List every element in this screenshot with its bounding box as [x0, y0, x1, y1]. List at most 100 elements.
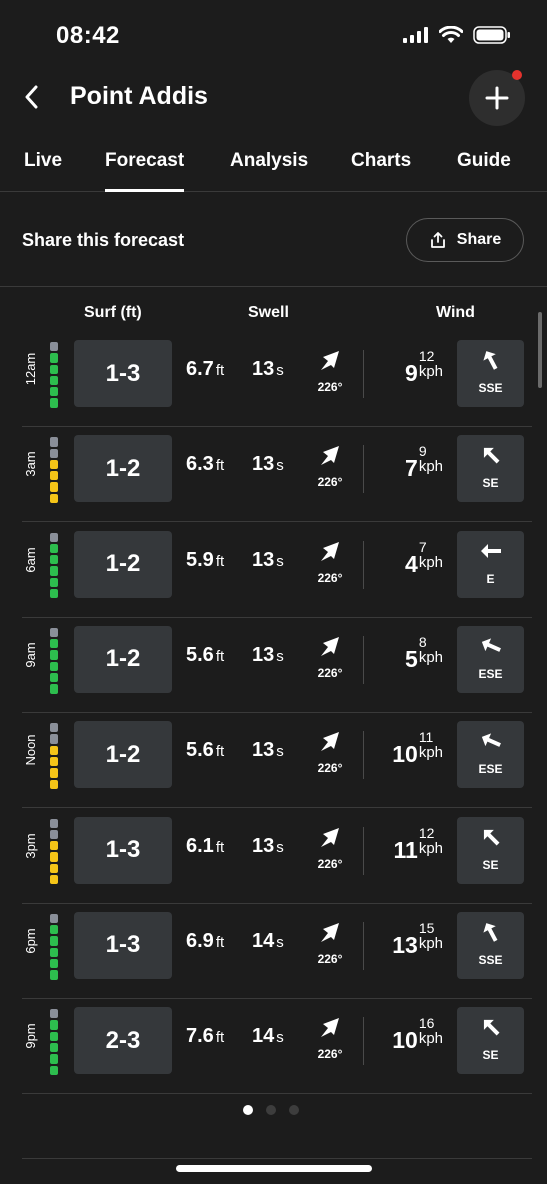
wind-direction-box: SSE	[457, 911, 524, 979]
time-label: 6pm	[23, 928, 38, 954]
column-header-surf: Surf (ft)	[84, 304, 142, 321]
swell-period-unit: s	[276, 647, 284, 665]
swell-height-value: 5.9	[186, 548, 214, 571]
swell-height: 5.6 ft	[186, 739, 224, 762]
rating-segment	[50, 970, 58, 980]
wind-direction-arrow-icon	[481, 638, 501, 652]
rating-segment	[50, 684, 58, 694]
add-button[interactable]	[469, 70, 525, 126]
swell-direction-degrees: 226°	[317, 380, 343, 394]
rating-segment	[50, 1065, 58, 1075]
share-button[interactable]: Share	[406, 218, 524, 262]
swell-period-value: 13	[252, 643, 275, 666]
forecast-row[interactable]: 3pm 1-3 6.1 ft 13 s 226° 11 12 kph SE	[22, 809, 532, 904]
surf-rating-meter	[50, 437, 58, 504]
swell-period-unit: s	[276, 457, 284, 475]
plus-icon	[485, 86, 509, 110]
swell-height-value: 6.9	[186, 929, 214, 952]
page-dot-3[interactable]	[289, 1105, 299, 1115]
page-dot-1[interactable]	[243, 1105, 253, 1115]
rating-segment	[50, 627, 58, 638]
tab-analysis[interactable]: Analysis	[230, 150, 308, 172]
rating-segment	[50, 673, 58, 683]
tab-guide[interactable]: Guide	[457, 150, 511, 172]
forecast-row[interactable]: 12am 1-3 6.7 ft 13 s 226° 9 12 kph SSE	[22, 332, 532, 427]
forecast-row[interactable]: 6am 1-2 5.9 ft 13 s 226° 4 7 kph E	[22, 523, 532, 618]
swell-direction: 226°	[310, 821, 350, 883]
swell-direction-icon	[321, 1018, 339, 1038]
surf-rating-meter	[50, 532, 58, 599]
swell-period-value: 14	[252, 929, 275, 952]
scrollbar[interactable]	[538, 312, 542, 388]
share-button-label: Share	[456, 231, 502, 248]
rating-segment	[50, 364, 58, 374]
rating-segment	[50, 723, 58, 733]
swell-height-unit: ft	[215, 1029, 225, 1047]
wind-direction-box: SSE	[457, 340, 524, 407]
wind-direction-label: ESE	[478, 762, 503, 777]
surf-rating-meter	[50, 818, 58, 885]
rating-segment	[50, 1009, 58, 1019]
wind-unit: kph	[418, 1030, 443, 1048]
swell-height: 6.9 ft	[186, 930, 224, 953]
surf-height: 1-2	[74, 435, 172, 503]
wind-direction-box: SE	[457, 1007, 524, 1075]
header: Point Addis	[0, 70, 547, 130]
wind-direction-arrow-icon	[483, 829, 500, 845]
rating-segment	[50, 829, 58, 840]
rating-segment	[50, 482, 58, 492]
wind-direction-box: SE	[457, 435, 524, 503]
wind-speed: 10 16 kph	[368, 1011, 443, 1071]
tab-live[interactable]: Live	[24, 150, 62, 172]
wind-speed: 13 15 kph	[368, 916, 443, 976]
chevron-left-icon	[25, 85, 38, 109]
swell-height-unit: ft	[215, 552, 225, 570]
column-divider	[363, 635, 364, 684]
swell-direction-icon	[321, 541, 339, 561]
battery-icon	[473, 26, 510, 44]
swell-period-value: 13	[252, 834, 275, 857]
rating-segment	[50, 493, 58, 504]
forecast-row[interactable]: 9pm 2-3 7.6 ft 14 s 226° 10 16 kph SE	[22, 999, 532, 1095]
share-row: Share this forecast Share	[0, 193, 547, 287]
rating-segment	[50, 532, 58, 542]
wind-direction-label: SE	[482, 1048, 499, 1063]
wind-speed-value: 10	[392, 1027, 418, 1054]
swell-direction-degrees: 226°	[317, 475, 343, 490]
rating-segment	[50, 650, 58, 660]
wifi-icon	[439, 26, 463, 43]
forecast-row[interactable]: Noon 1-2 5.6 ft 13 s 226° 10 11 kph ESE	[22, 713, 532, 809]
column-header-wind: Wind	[436, 304, 475, 321]
swell-height-value: 5.6	[186, 643, 214, 666]
forecast-row[interactable]: 9am 1-2 5.6 ft 13 s 226° 5 8 kph ESE	[22, 618, 532, 713]
rating-segment	[50, 543, 58, 554]
rating-segment	[50, 398, 58, 408]
time-label: 3am	[23, 451, 38, 477]
swell-period: 13 s	[252, 835, 284, 858]
swell-direction-degrees: 226°	[317, 856, 343, 871]
swell-direction: 226°	[310, 439, 350, 501]
tab-charts[interactable]: Charts	[351, 150, 411, 172]
home-indicator[interactable]	[176, 1165, 372, 1172]
swell-direction-degrees: 226°	[317, 570, 343, 585]
page-dot-2[interactable]	[266, 1105, 276, 1115]
wind-gust-value: 7	[418, 538, 427, 555]
surf-rating-meter	[50, 723, 58, 789]
tab-forecast[interactable]: Forecast	[105, 150, 185, 192]
swell-height-unit: ft	[215, 457, 225, 475]
forecast-row[interactable]: 6pm 1-3 6.9 ft 14 s 226° 13 15 kph SSE	[22, 904, 532, 999]
surf-height: 2-3	[74, 1007, 172, 1075]
wind-speed: 7 9 kph	[368, 439, 443, 499]
back-button[interactable]	[18, 82, 46, 112]
time-label: 9am	[23, 642, 38, 668]
status-bar: 08:42	[0, 0, 547, 70]
time-label: 3pm	[23, 832, 38, 859]
share-text: Share this forecast	[22, 230, 185, 250]
swell-height: 5.6 ft	[186, 644, 224, 667]
wind-speed-value: 4	[405, 550, 418, 577]
wind-unit: kph	[418, 934, 443, 952]
forecast-row[interactable]: 3am 1-2 6.3 ft 13 s 226° 7 9 kph SE	[22, 427, 532, 523]
page-title: Point Addis	[70, 82, 208, 110]
wind-speed-value: 13	[392, 931, 418, 958]
surf-height: 1-2	[74, 625, 172, 693]
